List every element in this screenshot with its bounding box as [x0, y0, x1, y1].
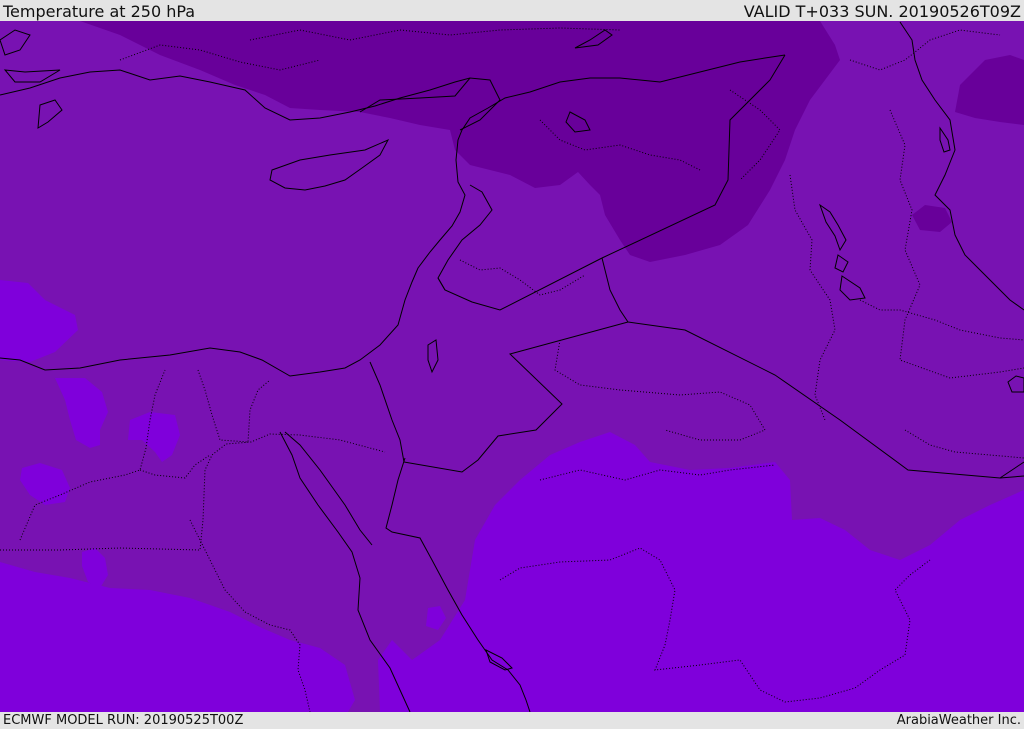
- model-run: ECMWF MODEL RUN: 20190525T00Z: [3, 713, 244, 728]
- header-bar: Temperature at 250 hPa VALID T+033 SUN. …: [0, 0, 1024, 21]
- map-title: Temperature at 250 hPa: [3, 2, 196, 21]
- footer-bar: ECMWF MODEL RUN: 20190525T00Z ArabiaWeat…: [0, 712, 1024, 729]
- credit-label: ArabiaWeather Inc.: [896, 713, 1021, 728]
- valid-time: VALID T+033 SUN. 20190526T09Z: [743, 2, 1021, 21]
- weather-map: [0, 21, 1024, 712]
